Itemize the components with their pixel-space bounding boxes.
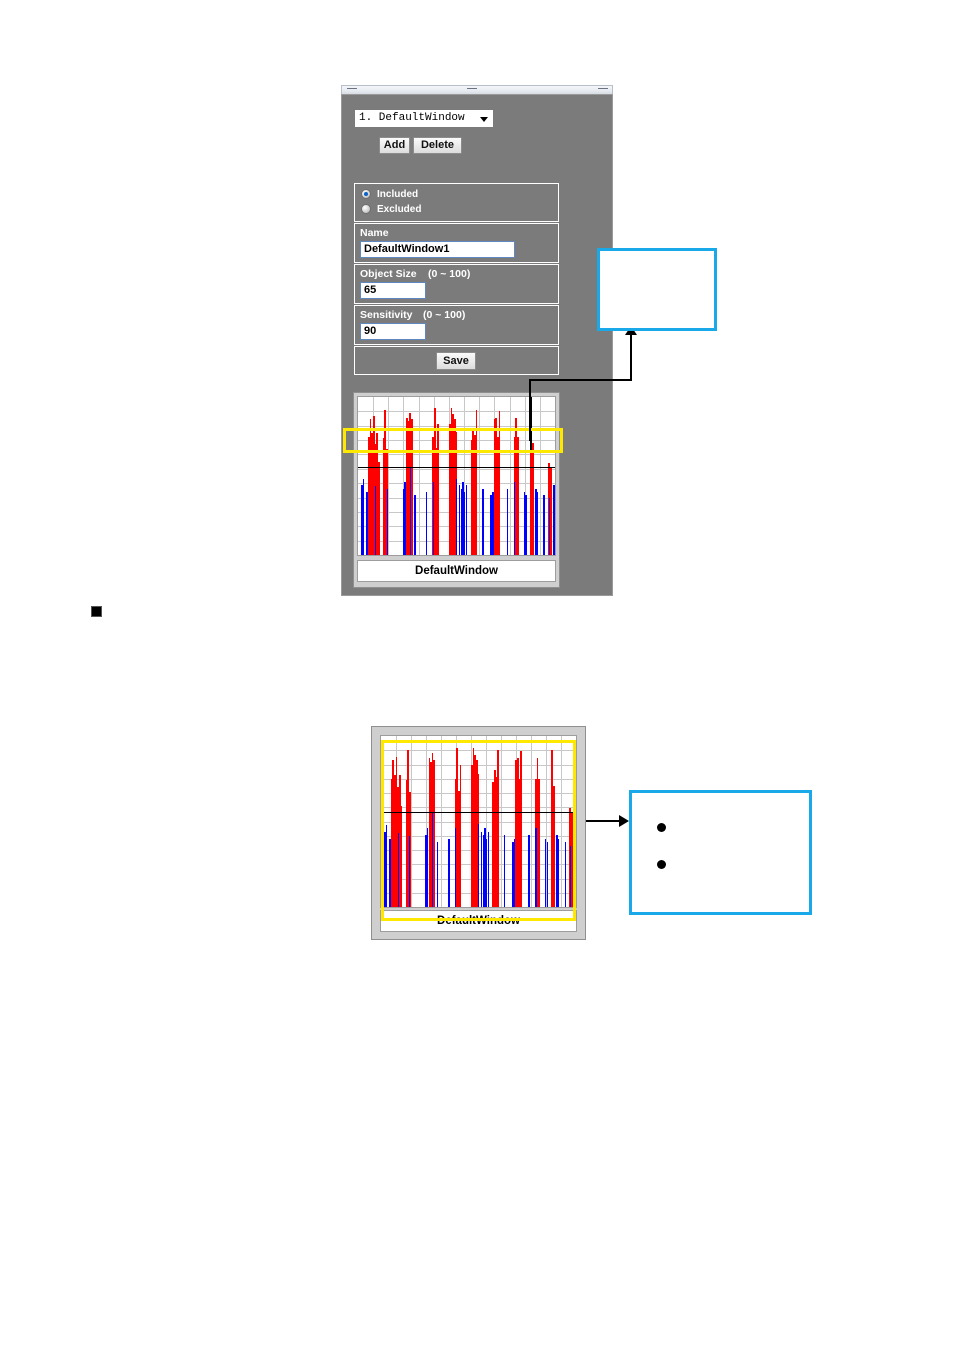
window-body: 1. DefaultWindow Add Delete Included Exc…: [341, 94, 613, 596]
chart-bar-noise: [456, 478, 458, 555]
chart-bar-noise: [543, 494, 545, 555]
chart-bar-noise: [425, 491, 428, 555]
delete-button[interactable]: Delete: [413, 137, 462, 154]
chart-bar-noise: [482, 488, 484, 555]
chevron-down-icon: [480, 117, 488, 122]
radio-row-excluded[interactable]: Excluded: [361, 204, 421, 215]
callout2-arrow-icon: [619, 815, 629, 827]
radio-row-included[interactable]: Included: [361, 189, 418, 200]
callout1-connector-horizontal: [529, 379, 632, 381]
chart-gridline-horizontal: [358, 426, 555, 427]
object-size-units: (0 ~ 100): [428, 268, 471, 280]
chart-bar-motion: [516, 436, 519, 555]
motion-detection-config-window: 1. DefaultWindow Add Delete Included Exc…: [341, 85, 613, 596]
chart-threshold-line: [358, 467, 555, 469]
chart-bar-motion: [550, 468, 552, 555]
name-input[interactable]: DefaultWindow1: [360, 241, 515, 258]
save-button[interactable]: Save: [436, 352, 476, 370]
object-size-label: Object Size: [360, 268, 417, 280]
radio-excluded-icon[interactable]: [361, 204, 371, 214]
mode-group: Included Excluded: [354, 183, 559, 222]
object-size-input[interactable]: 65: [360, 282, 426, 299]
sensitivity-group: Sensitivity (0 ~ 100) 90: [354, 305, 559, 345]
chart-bar-noise: [362, 479, 365, 555]
chart-bar-motion: [377, 461, 380, 555]
chart-gridline-vertical: [540, 397, 541, 555]
figure1-callout-box: [597, 248, 717, 331]
callout1-connector-vertical-right: [630, 334, 632, 381]
figure2-window-highlight: [381, 740, 576, 921]
chart-gridline-vertical: [419, 397, 420, 555]
titlebar-dash-right: [598, 88, 608, 89]
chart-gridline-vertical: [388, 397, 389, 555]
chart-1-plot[interactable]: [357, 396, 556, 556]
chart-bar-noise: [465, 485, 468, 555]
sensitivity-units: (0 ~ 100): [423, 309, 466, 321]
chart-bar-noise: [506, 488, 509, 555]
chart-gridline-horizontal: [358, 411, 555, 412]
chart-bar-noise: [386, 489, 388, 555]
chart-bar-noise: [414, 494, 416, 555]
name-group: Name DefaultWindow1: [354, 223, 559, 263]
sensitivity-label: Sensitivity: [360, 309, 413, 321]
chart-1-caption: DefaultWindow: [357, 560, 556, 582]
radio-included-label: Included: [377, 189, 419, 200]
chart-bar-noise: [553, 485, 555, 555]
chart-bar-noise: [536, 491, 539, 555]
chart-gridline-vertical: [510, 397, 511, 555]
window-selector-value: 1. DefaultWindow: [359, 112, 465, 124]
radio-included-icon[interactable]: [361, 189, 371, 199]
figure2-callout-box: [629, 790, 812, 915]
radio-excluded-label: Excluded: [377, 204, 422, 215]
figure2-callout-bullet-2-icon: [657, 860, 666, 869]
square-bullet-marker: [91, 606, 102, 617]
object-size-group: Object Size (0 ~ 100) 65: [354, 264, 559, 304]
add-button[interactable]: Add: [379, 137, 410, 154]
titlebar-dash-left: [347, 88, 357, 89]
titlebar-dash-mid: [467, 88, 477, 89]
window-title-bar: [341, 85, 613, 94]
callout1-connector-vertical-left: [529, 379, 531, 441]
chart-bar-motion: [531, 442, 534, 555]
save-group: Save: [354, 346, 559, 375]
name-label: Name: [360, 227, 389, 239]
figure2-callout-bullet-1-icon: [657, 823, 666, 832]
chart-bar-noise: [525, 494, 527, 555]
chart-gridline-vertical: [479, 397, 480, 555]
window-selector-dropdown[interactable]: 1. DefaultWindow: [354, 109, 494, 128]
sensitivity-input[interactable]: 90: [360, 323, 426, 340]
